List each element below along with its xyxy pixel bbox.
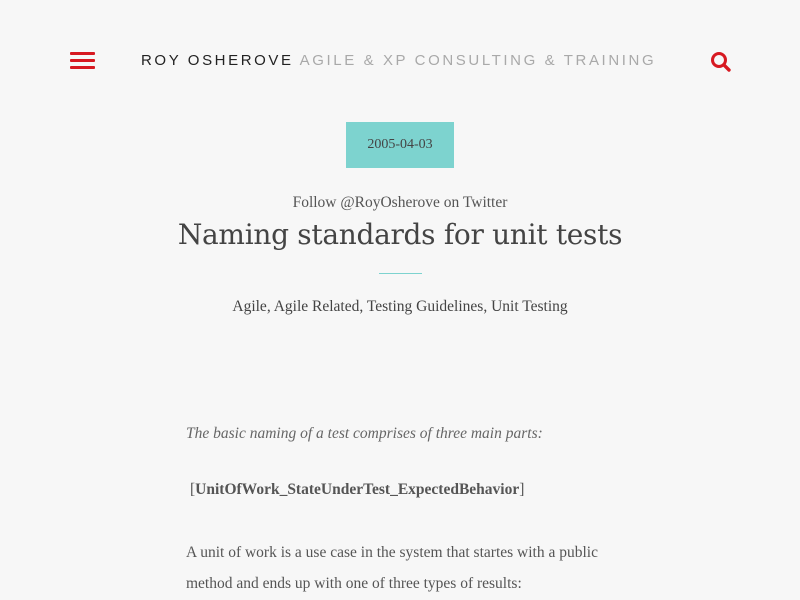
pattern-text: UnitOfWork_StateUnderTest_ExpectedBehavi…: [195, 481, 520, 498]
site-tagline: AGILE & XP CONSULTING & TRAINING: [299, 52, 657, 69]
category-link[interactable]: Unit Testing: [491, 298, 568, 315]
category-separator: ,: [266, 298, 274, 315]
site-brand: ROY OSHEROVE AGILE & XP CONSULTING & TRAI…: [141, 52, 656, 70]
post-title: Naming standards for unit tests: [177, 218, 623, 251]
post-date-badge: 2005-04-03: [346, 122, 454, 168]
category-link[interactable]: Agile: [232, 298, 266, 315]
post-categories: Agile, Agile Related, Testing Guidelines…: [0, 298, 800, 316]
menu-bar: [70, 59, 95, 62]
category-separator: ,: [483, 298, 492, 315]
menu-bar: [70, 52, 95, 55]
twitter-follow: Follow @RoyOsherove on Twitter: [0, 194, 800, 212]
title-divider: [379, 273, 422, 274]
menu-bar: [70, 66, 95, 69]
naming-pattern: [UnitOfWork_StateUnderTest_ExpectedBehav…: [190, 481, 524, 499]
twitter-follow-link[interactable]: Follow @RoyOsherove on Twitter: [293, 194, 508, 211]
category-link[interactable]: Testing Guidelines: [367, 298, 483, 315]
category-link[interactable]: Agile Related: [274, 298, 360, 315]
body-paragraph: A unit of work is a use case in the syst…: [186, 544, 598, 592]
site-header: ROY OSHEROVE AGILE & XP CONSULTING & TRAI…: [0, 0, 800, 122]
site-title-link[interactable]: ROY OSHEROVE: [141, 52, 294, 69]
hamburger-menu-icon[interactable]: [70, 51, 96, 71]
pattern-close-bracket: ]: [519, 481, 525, 498]
intro-text: The basic naming of a test comprises of …: [186, 425, 543, 442]
category-separator: ,: [359, 298, 367, 315]
search-icon[interactable]: [710, 51, 732, 73]
